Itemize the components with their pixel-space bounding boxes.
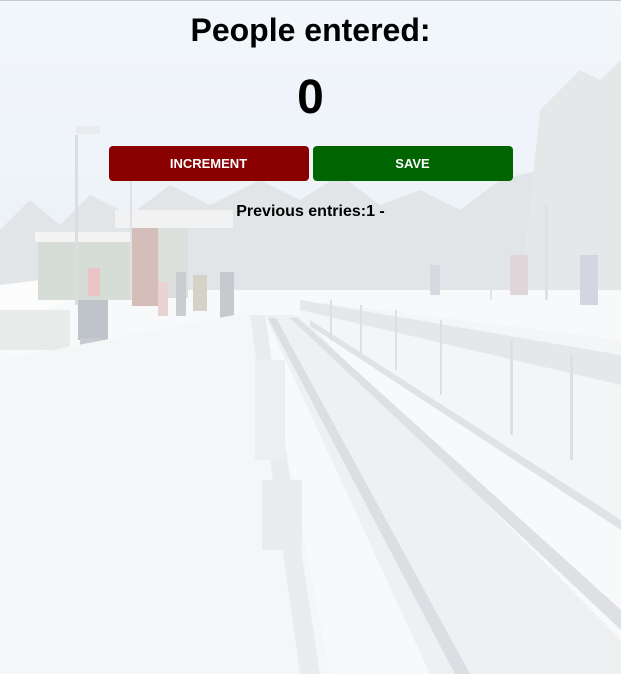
save-button[interactable]: SAVE (312, 146, 513, 181)
top-border (0, 0, 621, 1)
button-row: INCREMENT SAVE (0, 146, 621, 181)
people-counter: 0 (297, 71, 324, 124)
previous-entries-label: Previous entries: (236, 203, 367, 220)
previous-entries: Previous entries:1 - (0, 202, 621, 222)
previous-entries-list: 1 - (366, 203, 385, 220)
main-content: People entered: 0 INCREMENT SAVE Previou… (0, 0, 621, 222)
page-title: People entered: (190, 12, 431, 48)
increment-button[interactable]: INCREMENT (108, 146, 309, 181)
